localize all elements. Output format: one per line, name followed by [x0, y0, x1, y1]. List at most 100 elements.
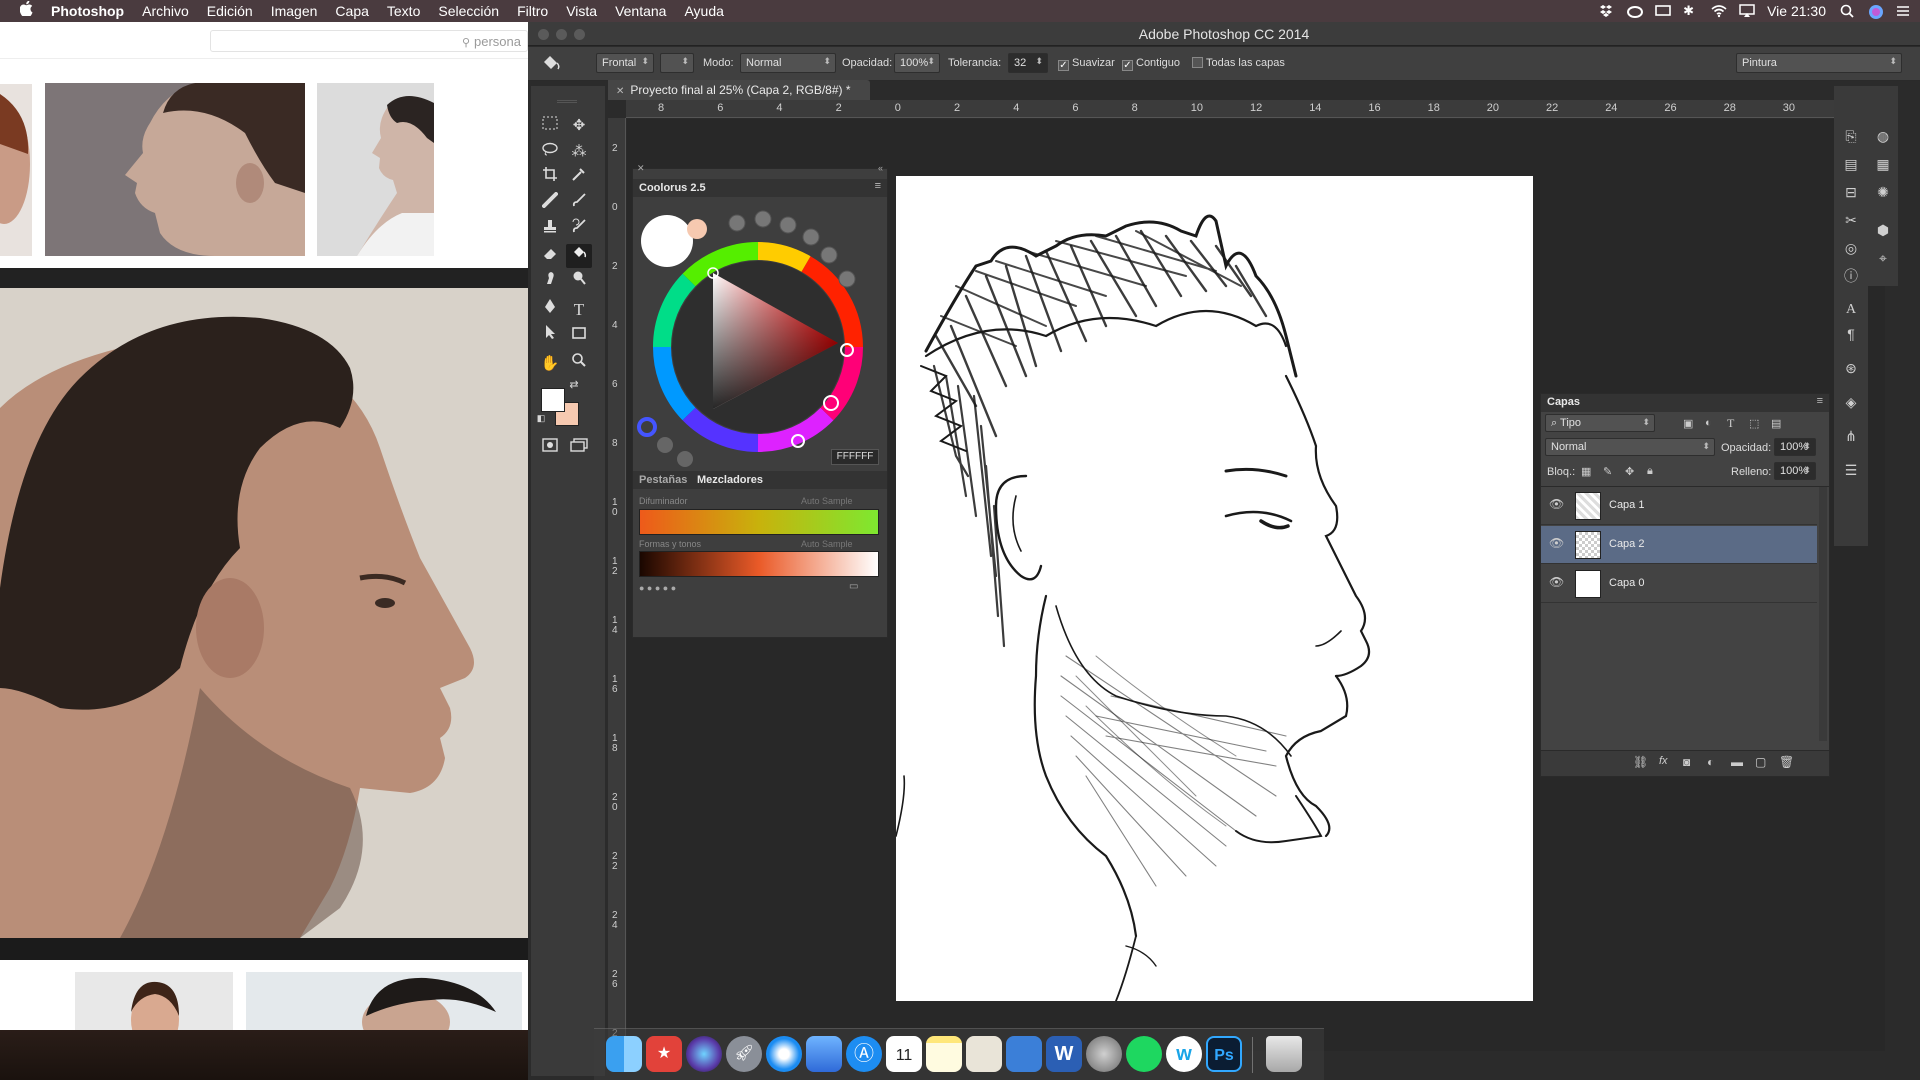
layer-filter-select[interactable]: ⌕ Tipo: [1545, 414, 1655, 432]
apple-icon[interactable]: [0, 0, 42, 22]
new-layer-icon[interactable]: ▢: [1755, 755, 1766, 769]
layer-row-capa-2[interactable]: 👁︎ Capa 2: [1541, 526, 1817, 564]
menu-photoshop[interactable]: Photoshop: [42, 0, 133, 22]
siri-icon[interactable]: [1868, 4, 1883, 19]
blend-mode-select[interactable]: Normal: [1545, 438, 1715, 456]
eyedropper-tool-icon[interactable]: [566, 166, 592, 190]
tab-pestanas[interactable]: Pestañas: [639, 474, 687, 486]
move-tool-icon[interactable]: ✥: [566, 114, 592, 138]
minimize-window-button[interactable]: [556, 29, 567, 40]
photoshop-icon[interactable]: Ps: [1206, 1036, 1242, 1072]
bluetooth-icon[interactable]: ✱: [1683, 4, 1697, 18]
navigator-panel-icon[interactable]: ⌖: [1873, 248, 1893, 268]
mixer-dots[interactable]: ● ● ● ● ●: [639, 583, 676, 593]
fill-source-select[interactable]: Frontal: [596, 53, 654, 73]
app-store-icon[interactable]: Ⓐ: [846, 1036, 882, 1072]
document-tab[interactable]: ✕ Proyecto final al 25% (Capa 2, RGB/8#) …: [608, 80, 870, 100]
mail-icon[interactable]: [806, 1036, 842, 1072]
photo-thumb-woman[interactable]: [75, 972, 233, 1030]
lock-image-icon[interactable]: ✎: [1603, 465, 1612, 478]
menu-ventana[interactable]: Ventana: [606, 0, 675, 22]
close-tab-icon[interactable]: ✕: [616, 86, 624, 97]
color-wheel[interactable]: [633, 197, 887, 487]
visibility-eye-icon[interactable]: 👁︎: [1549, 498, 1564, 510]
word-icon[interactable]: W: [1046, 1036, 1082, 1072]
layers-scrollbar[interactable]: [1819, 487, 1827, 741]
wunderlist-icon[interactable]: ★: [646, 1036, 682, 1072]
character-panel-icon[interactable]: A: [1841, 300, 1861, 320]
contiguous-checkbox[interactable]: ✓ Contiguo: [1122, 57, 1180, 71]
zoom-tool-icon[interactable]: [566, 352, 592, 376]
adjustments-panel-icon[interactable]: ☰: [1841, 460, 1861, 480]
channels-panel-icon[interactable]: ◎: [1841, 238, 1861, 258]
safari-icon[interactable]: [766, 1036, 802, 1072]
history-brush-tool-icon[interactable]: [566, 218, 592, 242]
coolorus-tab[interactable]: Coolorus 2.5: [639, 182, 706, 194]
calendar-icon[interactable]: 11: [886, 1036, 922, 1072]
clock[interactable]: Vie 21:30: [1767, 3, 1826, 19]
magic-wand-tool-icon[interactable]: ⁂: [566, 140, 592, 164]
wunderlist-w-icon[interactable]: w: [1166, 1036, 1202, 1072]
lock-all-icon[interactable]: 🔒︎: [1647, 465, 1653, 478]
eraser-tool-icon[interactable]: [537, 244, 563, 268]
filter-type-icon[interactable]: T: [1727, 416, 1734, 431]
vertical-ruler[interactable]: 2024681 01 21 41 61 82 02 22 42 62 8: [608, 118, 626, 1062]
hex-value-field[interactable]: FFFFFF: [831, 449, 879, 465]
lock-position-icon[interactable]: ✥: [1625, 465, 1634, 478]
photo-thumb-man-profile-2[interactable]: [317, 83, 434, 256]
smooth-checkbox[interactable]: ✓ Suavizar: [1058, 57, 1115, 71]
filter-adjustment-icon[interactable]: ◐: [1705, 417, 1712, 429]
menu-imagen[interactable]: Imagen: [262, 0, 327, 22]
layer-row-capa-0[interactable]: 👁︎ Capa 0: [1541, 565, 1817, 603]
swatches-panel-icon[interactable]: ▦: [1873, 154, 1893, 174]
healing-brush-tool-icon[interactable]: [537, 192, 563, 216]
new-group-icon[interactable]: ▬: [1731, 755, 1743, 769]
quick-mask-icon[interactable]: [537, 436, 563, 460]
clone-source-icon[interactable]: ⬢: [1873, 220, 1893, 240]
wifi-icon[interactable]: [1711, 4, 1727, 18]
gradient-mixer-2[interactable]: [639, 551, 879, 577]
visibility-eye-icon[interactable]: 👁︎: [1549, 537, 1564, 549]
filter-shape-icon[interactable]: ⬚: [1749, 417, 1759, 430]
horizontal-ruler[interactable]: 8 6 4 2 0 2 4 6 8 10 12 14 16 18 20 22 24 26 28 30: [626, 100, 1886, 118]
launchpad-icon[interactable]: 🚀︎: [726, 1036, 762, 1072]
system-preferences-icon[interactable]: [1086, 1036, 1122, 1072]
menu-vista[interactable]: Vista: [557, 0, 606, 22]
menu-archivo[interactable]: Archivo: [133, 0, 198, 22]
styles-panel-icon[interactable]: ⊛: [1841, 358, 1861, 378]
properties-panel-icon[interactable]: ▤: [1841, 154, 1861, 174]
notes-icon[interactable]: [926, 1036, 962, 1072]
airplay-icon[interactable]: [1739, 4, 1755, 18]
photo-thumb-partial[interactable]: [0, 84, 32, 256]
default-colors-icon[interactable]: ◧: [535, 412, 547, 424]
menu-ayuda[interactable]: Ayuda: [675, 0, 732, 22]
search-input[interactable]: ⚲ persona: [210, 30, 528, 52]
tool-presets-icon[interactable]: ✂: [1841, 210, 1861, 230]
workspace-select[interactable]: Pintura: [1736, 53, 1902, 73]
type-tool-icon[interactable]: T: [566, 298, 592, 322]
menu-capa[interactable]: Capa: [326, 0, 377, 22]
mode-select[interactable]: Normal: [740, 53, 836, 73]
panel-close-icon[interactable]: ✕: [637, 163, 645, 174]
brush-panel-icon[interactable]: ✺: [1873, 182, 1893, 202]
layer-opacity-input[interactable]: 100%: [1774, 438, 1816, 456]
paint-bucket-preset-icon[interactable]: [538, 52, 564, 76]
marquee-tool-icon[interactable]: [537, 114, 563, 138]
color-panel-icon[interactable]: ◍: [1873, 126, 1893, 146]
gradient-mixer-1[interactable]: [639, 509, 879, 535]
link-layers-icon[interactable]: ⛓: [1633, 755, 1648, 769]
paint-bucket-tool-icon[interactable]: [566, 244, 592, 268]
pen-tool-icon[interactable]: [537, 298, 563, 322]
spotify-icon[interactable]: [1126, 1036, 1162, 1072]
lasso-tool-icon[interactable]: [537, 140, 563, 164]
path-selection-tool-icon[interactable]: [537, 324, 563, 348]
zoom-window-button[interactable]: [574, 29, 585, 40]
tolerance-input[interactable]: 32: [1008, 53, 1048, 73]
screen-icon[interactable]: [1655, 4, 1671, 18]
fill-input[interactable]: 100%: [1774, 462, 1816, 480]
keynote-icon[interactable]: [1006, 1036, 1042, 1072]
layer-effects-icon[interactable]: fx: [1659, 755, 1668, 767]
finder-icon[interactable]: [606, 1036, 642, 1072]
photo-thumb-man-profile-1[interactable]: [45, 83, 305, 256]
creative-cloud-icon[interactable]: [1627, 4, 1644, 18]
